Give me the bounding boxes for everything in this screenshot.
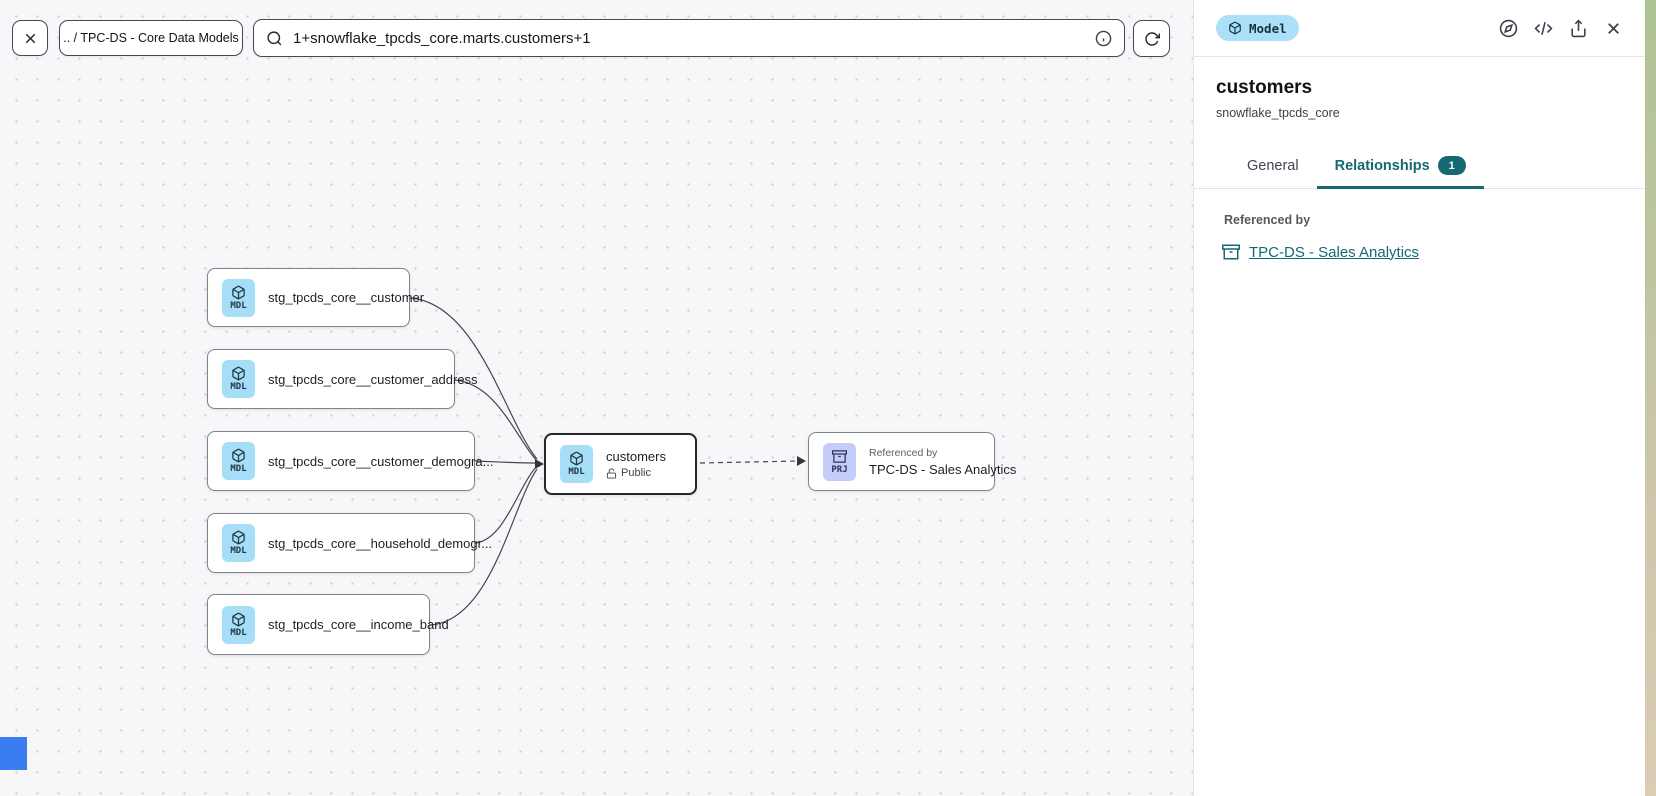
- breadcrumb-label: .. / TPC-DS - Core Data Models: [63, 31, 239, 45]
- close-icon: [22, 30, 39, 47]
- view-code-icon[interactable]: [1534, 19, 1553, 38]
- tab-label: Relationships: [1335, 158, 1430, 174]
- cube-icon: [231, 285, 246, 300]
- code-icon: [1534, 19, 1553, 38]
- node-label: TPC-DS - Sales Analytics: [869, 462, 1016, 477]
- lineage-node-stg-customer-demographics[interactable]: MDL stg_tpcds_core__customer_demogra...: [207, 431, 475, 491]
- node-label: stg_tpcds_core__household_demogr...: [268, 536, 492, 551]
- share-icon[interactable]: [1569, 19, 1588, 38]
- node-label: stg_tpcds_core__customer: [268, 290, 424, 305]
- archive-icon: [832, 449, 847, 464]
- panel-tabs: General Relationships 1: [1194, 146, 1645, 189]
- relationships-count-badge: 1: [1438, 156, 1466, 175]
- badge-label: MDL: [230, 301, 246, 311]
- node-label: customers: [606, 449, 666, 464]
- model-package-name: snowflake_tpcds_core: [1216, 106, 1623, 120]
- model-type-icon: MDL: [222, 524, 255, 562]
- compass-icon: [1499, 19, 1518, 38]
- resource-type-label: Model: [1249, 21, 1287, 36]
- info-icon[interactable]: [1095, 30, 1112, 47]
- cube-icon: [231, 612, 246, 627]
- search-icon: [266, 30, 283, 47]
- model-type-icon: MDL: [222, 360, 255, 398]
- close-panel-icon[interactable]: [1604, 19, 1623, 38]
- referenced-project-row[interactable]: TPC-DS - Sales Analytics: [1194, 227, 1645, 261]
- archive-icon: [1222, 243, 1240, 261]
- model-type-icon: MDL: [222, 442, 255, 480]
- cube-icon: [231, 530, 246, 545]
- refresh-lineage-button[interactable]: [1133, 20, 1170, 57]
- refresh-icon: [1144, 31, 1160, 47]
- share-icon: [1569, 19, 1588, 38]
- resource-type-badge: Model: [1216, 15, 1299, 41]
- node-label: stg_tpcds_core__customer_demogra...: [268, 454, 493, 469]
- referenced-project-link[interactable]: TPC-DS - Sales Analytics: [1249, 244, 1419, 261]
- lineage-node-stg-customer-address[interactable]: MDL stg_tpcds_core__customer_address: [207, 349, 455, 409]
- node-label: stg_tpcds_core__customer_address: [268, 372, 478, 387]
- model-type-icon: MDL: [560, 445, 593, 483]
- badge-label: MDL: [230, 382, 246, 392]
- badge-label: MDL: [230, 628, 246, 638]
- tab-general[interactable]: General: [1229, 146, 1317, 188]
- access-indicator: Public: [606, 467, 666, 479]
- node-sublabel: Referenced by: [869, 447, 1016, 459]
- badge-label: MDL: [230, 546, 246, 556]
- lineage-node-customers-selected[interactable]: MDL customers Public: [544, 433, 697, 495]
- close-lineage-button[interactable]: [12, 20, 48, 56]
- explore-lineage-icon[interactable]: [1499, 19, 1518, 38]
- search-input[interactable]: [293, 30, 1085, 47]
- access-label: Public: [621, 467, 651, 479]
- model-type-icon: MDL: [222, 606, 255, 644]
- lineage-search: [253, 19, 1125, 57]
- panel-header: Model: [1194, 0, 1645, 57]
- referenced-by-section-label: Referenced by: [1194, 189, 1645, 227]
- model-title: customers: [1216, 77, 1623, 99]
- cube-icon: [231, 366, 246, 381]
- badge-label: MDL: [230, 464, 246, 474]
- cube-icon: [231, 448, 246, 463]
- badge-label: MDL: [568, 467, 584, 477]
- breadcrumb[interactable]: .. / TPC-DS - Core Data Models: [59, 20, 243, 56]
- badge-label: PRJ: [831, 465, 847, 475]
- lineage-node-stg-customer[interactable]: MDL stg_tpcds_core__customer: [207, 268, 410, 327]
- cube-icon: [569, 451, 584, 466]
- lineage-node-stg-household-demographics[interactable]: MDL stg_tpcds_core__household_demogr...: [207, 513, 475, 573]
- close-icon: [1604, 19, 1623, 38]
- tab-relationships[interactable]: Relationships 1: [1317, 146, 1484, 188]
- cube-icon: [1228, 21, 1242, 35]
- bottom-left-blue-square: [0, 737, 27, 770]
- project-type-icon: PRJ: [823, 443, 856, 481]
- lineage-canvas[interactable]: MDL stg_tpcds_core__customer MDL stg_tpc…: [0, 0, 1193, 796]
- desktop-wallpaper-sliver: [1645, 0, 1656, 796]
- details-panel: Model customers snowflake_tpcds_core Gen…: [1193, 0, 1645, 796]
- model-type-icon: MDL: [222, 279, 255, 317]
- node-label: stg_tpcds_core__income_band: [268, 617, 449, 632]
- tab-label: General: [1247, 158, 1299, 174]
- unlock-icon: [606, 468, 617, 479]
- lineage-node-referencing-project[interactable]: PRJ Referenced by TPC-DS - Sales Analyti…: [808, 432, 995, 491]
- lineage-edges: [0, 0, 1193, 796]
- lineage-node-stg-income-band[interactable]: MDL stg_tpcds_core__income_band: [207, 594, 430, 655]
